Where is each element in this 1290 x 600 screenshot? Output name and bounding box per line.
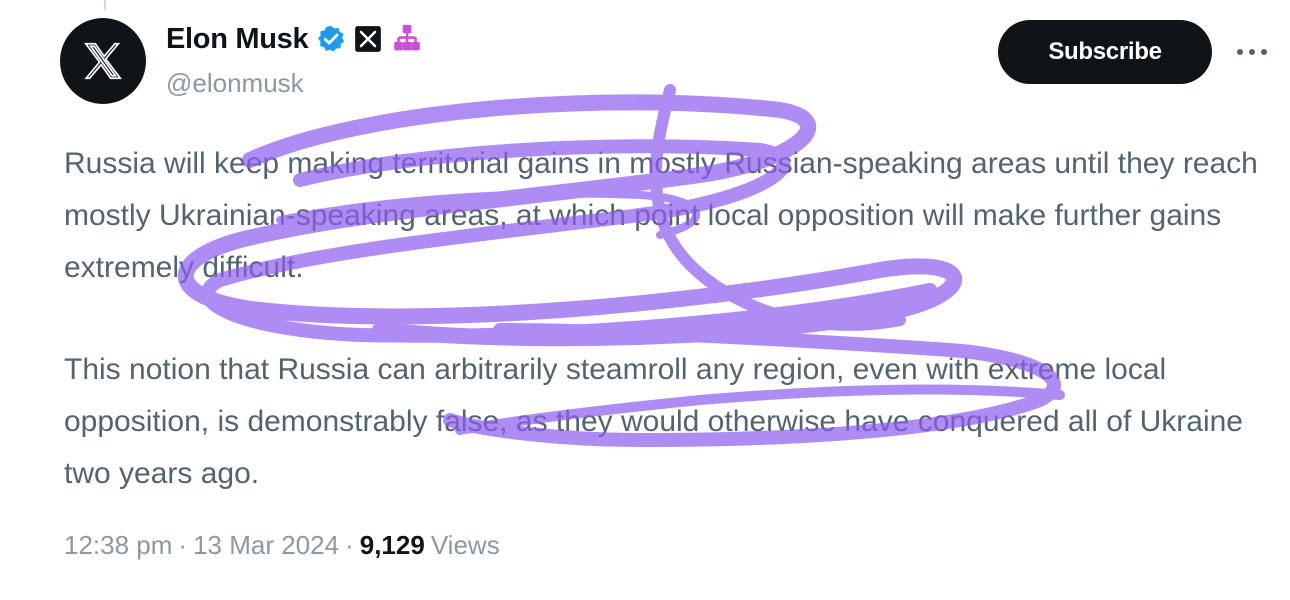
views-label: Views — [430, 530, 500, 560]
x-logo-icon — [84, 42, 122, 80]
tweet-text: Russia will keep making territorial gain… — [64, 138, 1274, 500]
tweet-paragraph: Russia will keep making territorial gain… — [64, 147, 1258, 284]
meta-separator: · — [178, 530, 188, 560]
tweet-meta: 12:38 pm · 13 Mar 2024 · 9,129 Views — [64, 530, 500, 561]
sitemap-icon[interactable] — [390, 22, 424, 56]
author-handle[interactable]: @elonmusk — [166, 68, 304, 99]
subscribe-button[interactable]: Subscribe — [998, 20, 1212, 84]
meta-separator: · — [345, 530, 354, 560]
author-name[interactable]: Elon Musk — [166, 23, 309, 56]
thread-line — [104, 0, 106, 10]
tweet-paragraph: This notion that Russia can arbitrarily … — [64, 353, 1243, 490]
tweet-date[interactable]: 13 Mar 2024 — [193, 530, 339, 561]
avatar[interactable] — [60, 18, 146, 104]
tweet-card: Elon Musk @elonmusk Subscribe Russia wil… — [14, 0, 1276, 600]
x-affiliate-icon[interactable] — [354, 25, 382, 53]
verified-check-icon[interactable] — [316, 24, 346, 54]
tweet-time[interactable]: 12:38 pm — [64, 530, 172, 561]
views-count: 9,129 — [359, 530, 425, 560]
more-horizontal-icon[interactable] — [1230, 30, 1274, 74]
author-name-row: Elon Musk — [166, 22, 424, 56]
